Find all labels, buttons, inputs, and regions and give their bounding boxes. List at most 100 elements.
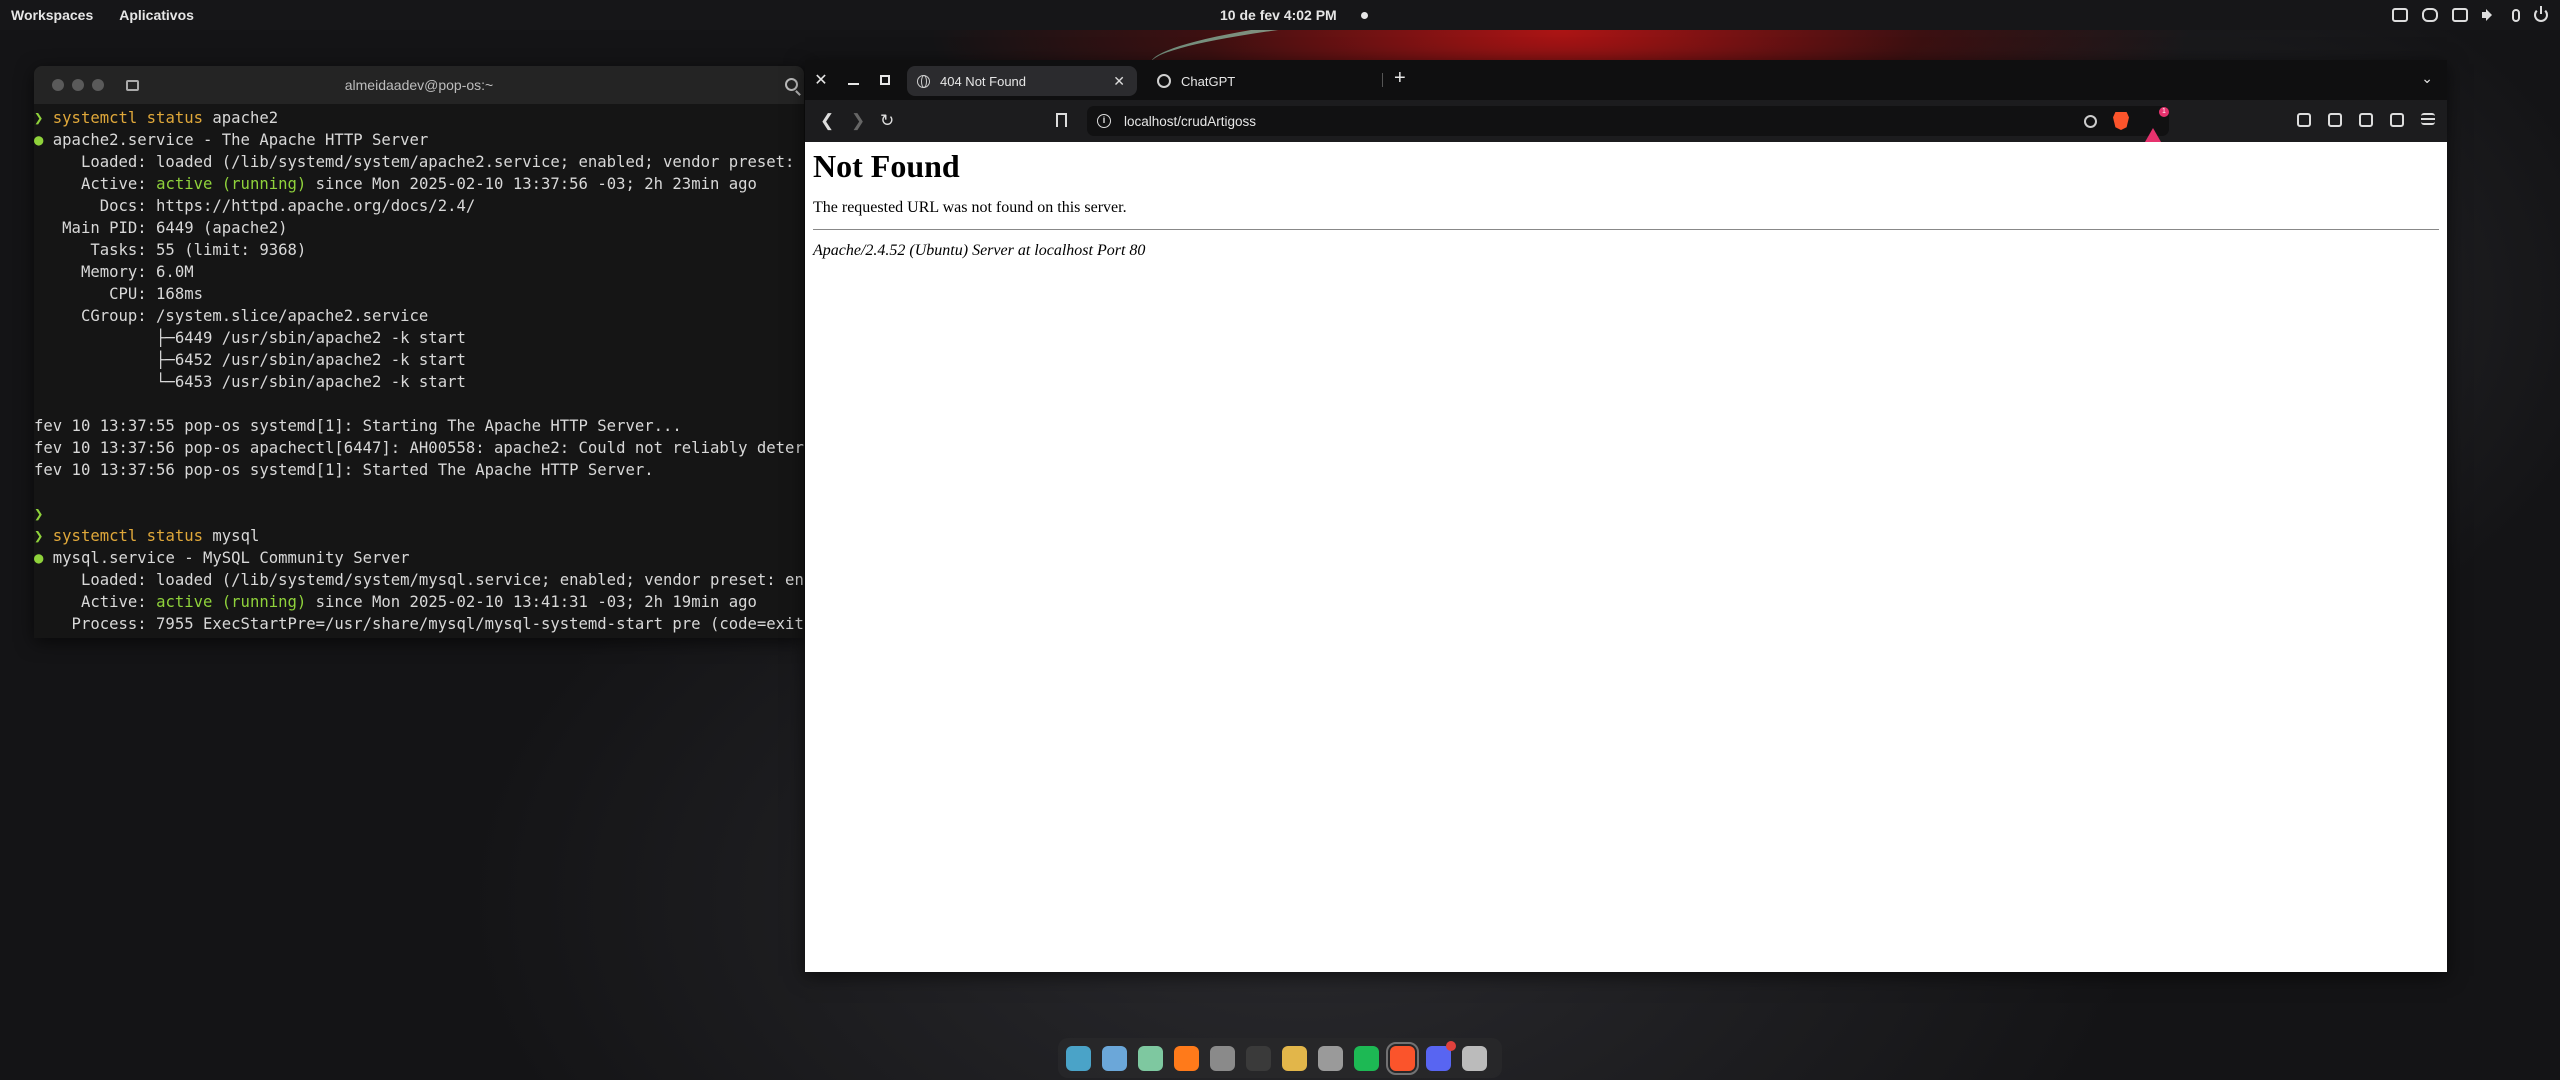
terminal-window[interactable]: almeidaadev@pop-os:~ ❯ systemctl status …	[34, 66, 804, 638]
status-active: active (running)	[156, 175, 307, 193]
brave-rewards-icon[interactable]: 1	[2145, 107, 2169, 142]
command: status	[146, 527, 204, 545]
address-bar[interactable]: i localhost/crudArtigoss 1	[1087, 106, 2169, 142]
terminal-text: Active:	[34, 593, 157, 611]
terminal-line: Active: active (running) since Mon 2025-…	[34, 173, 804, 195]
forward-icon[interactable]: ❯	[851, 111, 865, 131]
power-icon[interactable]	[2534, 6, 2548, 22]
terminal-title: almeidaadev@pop-os:~	[344, 77, 494, 93]
workspaces-button[interactable]: Workspaces	[11, 7, 93, 23]
url-text[interactable]: localhost/crudArtigoss	[1124, 114, 1256, 129]
tab-bar: ✕ 404 Not Found ✕ ChatGPT + ⌄	[805, 60, 2447, 100]
top-panel: Workspaces Aplicativos 10 de fev 4:02 PM	[0, 0, 2560, 30]
tab-404-not-found[interactable]: 404 Not Found ✕	[907, 66, 1137, 96]
mic-icon[interactable]	[2512, 8, 2520, 22]
app-grid-icon[interactable]	[1138, 1045, 1163, 1071]
terminal-text: Main PID: 6449 (apache2)	[34, 219, 288, 237]
tab-list-chevron-icon[interactable]: ⌄	[2421, 70, 2433, 87]
browser-toolbar: ❮ ❯ ↻ i localhost/crudArtigoss 1	[805, 100, 2447, 142]
prompt-symbol: ❯	[34, 505, 44, 523]
minimize-window-icon[interactable]	[837, 60, 869, 100]
clock[interactable]: 10 de fev 4:02 PM	[1220, 7, 1337, 23]
prompt-symbol: ❯	[34, 109, 53, 127]
browser-extensions	[2297, 113, 2435, 127]
terminal-line: Loaded: loaded (/lib/systemd/system/apac…	[34, 151, 804, 173]
terminal-text: CPU: 168ms	[34, 285, 203, 303]
window-icon[interactable]	[2452, 8, 2468, 22]
firefox-icon[interactable]	[1174, 1045, 1199, 1071]
terminal-text: Docs: https://httpd.apache.org/docs/2.4/	[34, 197, 476, 215]
close-window-icon[interactable]: ✕	[805, 60, 837, 100]
share-icon[interactable]	[2084, 114, 2097, 128]
command-arg: apache2	[203, 109, 279, 127]
terminal-line: Loaded: loaded (/lib/systemd/system/mysq…	[34, 569, 804, 591]
terminal-titlebar[interactable]: almeidaadev@pop-os:~	[34, 66, 804, 104]
server-signature: Apache/2.4.52 (Ubuntu) Server at localho…	[813, 242, 1146, 259]
terminal-line: Active: active (running) since Mon 2025-…	[34, 591, 804, 613]
terminal-line: ├─6452 /usr/sbin/apache2 -k start	[34, 349, 804, 371]
bookmark-icon[interactable]	[1056, 113, 1067, 127]
wallet-icon[interactable]	[2359, 113, 2373, 127]
launcher-icon[interactable]	[1102, 1045, 1127, 1071]
command-arg	[137, 527, 146, 545]
display-icon[interactable]	[2392, 8, 2408, 22]
command: systemctl	[52, 527, 138, 545]
status-bullet-icon: ●	[34, 549, 53, 567]
back-icon[interactable]: ❮	[820, 111, 834, 131]
sidebar-icon[interactable]	[2328, 113, 2342, 127]
speaker-icon[interactable]	[2482, 8, 2498, 22]
brave-icon[interactable]	[1386, 1041, 1419, 1075]
terminal-text: Tasks: 55 (limit: 9368)	[34, 241, 307, 259]
spotify-icon[interactable]	[1354, 1045, 1379, 1071]
brave-shields-icon[interactable]	[2113, 112, 2129, 130]
applications-button[interactable]: Aplicativos	[119, 7, 194, 23]
screenshot-icon[interactable]	[1462, 1045, 1487, 1071]
workspaces-icon[interactable]	[1066, 1045, 1091, 1071]
files-icon[interactable]	[1210, 1045, 1235, 1071]
web-page-content: Not Found The requested URL was not foun…	[805, 142, 2447, 972]
browser-window[interactable]: ✕ 404 Not Found ✕ ChatGPT + ⌄ ❮ ❯ ↻ i lo…	[805, 60, 2447, 972]
terminal-line: Tasks: 55 (limit: 9368)	[34, 239, 804, 261]
terminal-text: ├─6449 /usr/sbin/apache2 -k start	[34, 329, 466, 347]
extensions-icon[interactable]	[2297, 113, 2311, 127]
discord-tray-icon[interactable]	[2422, 8, 2438, 22]
command-arg	[137, 109, 146, 127]
menu-icon[interactable]	[2421, 113, 2435, 125]
prompt-symbol: ❯	[34, 527, 53, 545]
dock	[1058, 1038, 1502, 1078]
terminal-text: ├─6452 /usr/sbin/apache2 -k start	[34, 351, 466, 369]
search-icon[interactable]	[785, 78, 798, 91]
notification-dot-icon	[1361, 12, 1368, 19]
terminal-output[interactable]: ❯ systemctl status apache2 ● apache2.serv…	[34, 104, 804, 635]
discord-icon[interactable]	[1426, 1040, 1456, 1071]
tab-divider	[1382, 73, 1383, 87]
globe-icon	[917, 74, 930, 88]
maximize-window-icon[interactable]	[869, 60, 901, 100]
terminal-line: Main PID: 6449 (apache2)	[34, 217, 804, 239]
site-info-icon[interactable]: i	[1097, 114, 1111, 128]
terminal-text: fev 10 13:37:55 pop-os systemd[1]: Start…	[34, 417, 682, 435]
terminal-text: CGroup: /system.slice/apache2.service	[34, 307, 429, 325]
notification-badge-icon	[1446, 1040, 1456, 1051]
terminal-line: ● mysql.service - MySQL Community Server	[34, 547, 804, 569]
status-bullet-icon: ●	[34, 131, 53, 149]
reload-icon[interactable]: ↻	[880, 111, 894, 131]
terminal-text: Loaded: loaded (/lib/systemd/system/apac…	[34, 153, 804, 171]
divider	[813, 229, 2439, 230]
terminal-line: Docs: https://httpd.apache.org/docs/2.4/	[34, 195, 804, 217]
settings-icon[interactable]	[1318, 1045, 1343, 1071]
chatgpt-icon	[1157, 74, 1171, 88]
terminal-line: ├─6449 /usr/sbin/apache2 -k start	[34, 327, 804, 349]
close-tab-icon[interactable]: ✕	[1113, 73, 1125, 90]
status-active: active (running)	[156, 593, 307, 611]
terminal-line: └─6453 /usr/sbin/apache2 -k start	[34, 371, 804, 393]
leo-ai-icon[interactable]	[2390, 113, 2404, 127]
tab-chatgpt[interactable]: ChatGPT	[1147, 66, 1377, 96]
terminal-text: fev 10 13:37:56 pop-os apachectl[6447]: …	[34, 439, 804, 457]
terminal-icon[interactable]	[1246, 1045, 1271, 1071]
terminal-line: fev 10 13:37:55 pop-os systemd[1]: Start…	[34, 415, 804, 437]
new-tab-button[interactable]: +	[1394, 67, 1406, 90]
notes-icon[interactable]	[1282, 1045, 1307, 1071]
terminal-line: ❯	[34, 503, 804, 525]
